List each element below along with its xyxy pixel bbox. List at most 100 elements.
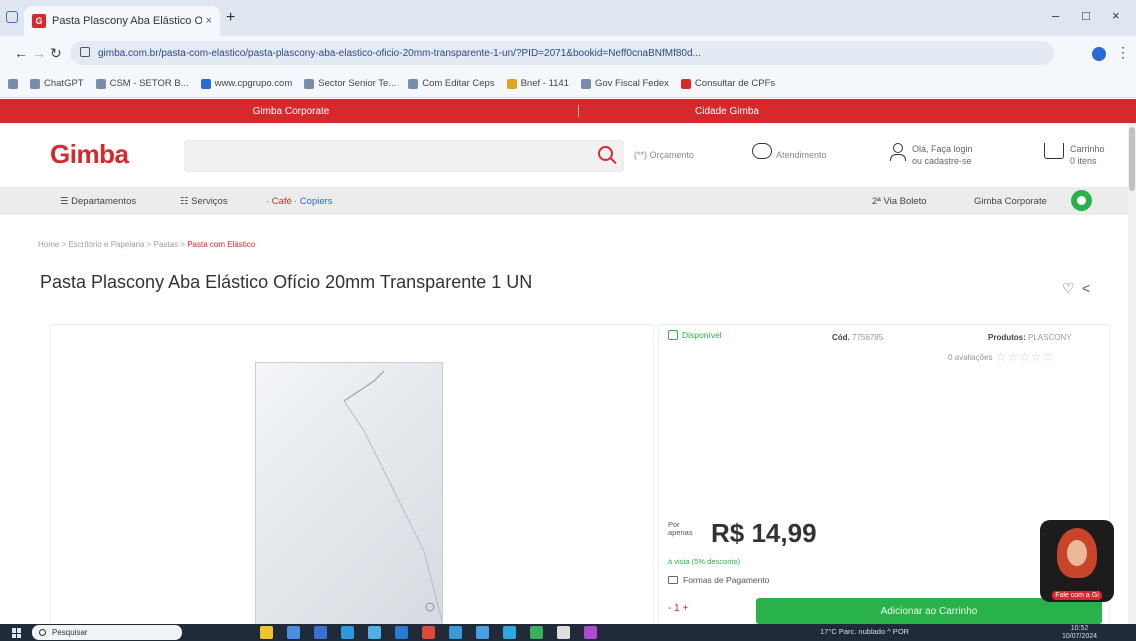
price-prefix: Por apenas xyxy=(668,520,693,537)
cart-icon[interactable] xyxy=(1044,143,1064,159)
bookmark-item[interactable]: Bnef - 1141 xyxy=(506,78,569,89)
rating[interactable]: 0 avaliações ☆☆☆☆☆ xyxy=(948,350,1054,364)
browser-tab-bar: G Pasta Plascony Aba Elástico O... × + –… xyxy=(0,0,1136,36)
reload-button[interactable]: ↻ xyxy=(50,45,62,62)
cash-discount-note: à vista (5% desconto) xyxy=(668,557,741,566)
assistant-label: Fale com a Gi xyxy=(1040,591,1114,600)
tab-title: Pasta Plascony Aba Elástico O... xyxy=(52,15,202,27)
servicos-menu[interactable]: ☷ Serviços xyxy=(180,196,228,207)
taskbar-app-icon[interactable] xyxy=(368,626,381,639)
bookmark-favicon-icon xyxy=(581,78,591,89)
forward-button[interactable]: → xyxy=(32,45,46,61)
browser-tab-active[interactable]: G Pasta Plascony Aba Elástico O... × xyxy=(24,6,220,36)
browser-toolbar: ← → ↻ gimba.com.br/pasta-com-elastico/pa… xyxy=(0,36,1136,70)
bookmark-item[interactable]: Gov Fiscal Fedex xyxy=(581,78,669,89)
bookmark-item[interactable]: www.cpgrupo.com xyxy=(200,78,292,89)
bookmark-favicon-icon xyxy=(506,78,517,89)
star-rating-icon: ☆☆☆☆☆ xyxy=(995,350,1055,364)
rating-count: 0 avaliações xyxy=(948,352,993,362)
bookmark-item[interactable]: ChatGPT xyxy=(30,78,84,89)
taskbar-app-icon[interactable] xyxy=(260,626,273,639)
share-icon[interactable]: < xyxy=(1082,280,1090,296)
apps-grid-icon[interactable] xyxy=(8,78,18,89)
minimize-button[interactable]: – xyxy=(1052,8,1059,23)
search-icon xyxy=(39,629,46,636)
search-icon[interactable] xyxy=(598,146,613,161)
page-scrollbar[interactable] xyxy=(1128,123,1136,624)
check-icon xyxy=(668,330,678,340)
nav-cafe[interactable]: · Café xyxy=(266,196,292,207)
browser-menu-icon[interactable]: ⋮ xyxy=(1116,44,1130,61)
payment-options-link[interactable]: Formas de Pagamento xyxy=(668,575,769,585)
taskbar-app-icon[interactable] xyxy=(449,626,462,639)
gimba-logo[interactable]: Gimba xyxy=(50,139,129,170)
profile-avatar[interactable] xyxy=(1092,47,1106,61)
breadcrumb-path[interactable]: Home > Escritório e Papelaria > Pastas > xyxy=(38,240,187,249)
gimba-corporate-nav-link[interactable]: Gimba Corporate xyxy=(974,196,1047,207)
bookmarks-bar: ChatGPT CSM - SETOR B... www.cpgrupo.com… xyxy=(0,70,1136,98)
divider xyxy=(578,105,579,117)
system-tray[interactable]: 17°C Parc. nublado ^ POR xyxy=(820,627,909,636)
bookmark-item[interactable]: CSM - SETOR B... xyxy=(95,78,189,89)
address-bar[interactable]: gimba.com.br/pasta-com-elastico/pasta-pl… xyxy=(70,41,1054,65)
maximize-button[interactable]: □ xyxy=(1082,8,1090,23)
login-link[interactable]: Olá, Faça login ou cadastre-se xyxy=(912,143,973,167)
cart-link[interactable]: Carrinho 0 itens xyxy=(1070,143,1105,167)
nav-copiers[interactable]: · Copiers xyxy=(294,196,333,207)
gimba-corporate-link[interactable]: Gimba Corporate xyxy=(236,106,346,117)
taskbar-search-input[interactable]: Pesquisar xyxy=(32,625,182,640)
gimba-favicon-icon: G xyxy=(32,14,46,28)
product-brand: Produtos: PLASCONY xyxy=(988,333,1072,342)
product-image[interactable] xyxy=(255,362,443,624)
back-button[interactable]: ← xyxy=(14,45,28,61)
product-price: R$ 14,99 xyxy=(711,518,817,548)
bookmark-favicon-icon xyxy=(408,78,419,89)
taskbar-app-icon[interactable] xyxy=(530,626,543,639)
new-tab-button[interactable]: + xyxy=(226,9,235,27)
atendimento-link[interactable]: Atendimento xyxy=(776,150,827,160)
site-info-icon[interactable] xyxy=(80,47,90,57)
taskbar-app-icon[interactable] xyxy=(422,626,435,639)
assistant-avatar xyxy=(1057,528,1097,578)
scrollbar-thumb[interactable] xyxy=(1129,127,1135,191)
quantity-stepper[interactable]: - 1 + xyxy=(668,603,688,614)
tab-close-icon[interactable]: × xyxy=(206,15,212,27)
orcamento-link[interactable]: (**) Orçamento xyxy=(634,150,694,160)
folder-elastic-band xyxy=(343,370,443,622)
taskbar-app-icon[interactable] xyxy=(476,626,489,639)
product-code: Cód. 7756785 xyxy=(832,333,884,342)
taskbar-app-icon[interactable] xyxy=(341,626,354,639)
tab-search-icon[interactable] xyxy=(6,11,18,23)
bookmark-favicon-icon xyxy=(30,78,40,89)
cidade-gimba-link[interactable]: Cidade Gimba xyxy=(672,106,782,117)
virtual-assistant-widget[interactable]: Fale com a Gi xyxy=(1040,520,1114,602)
chat-icon[interactable] xyxy=(752,143,772,159)
main-nav: ☰ Departamentos ☷ Serviços · Café · Copi… xyxy=(0,187,1136,215)
taskbar-apps xyxy=(260,626,597,639)
departamentos-menu[interactable]: ☰ Departamentos xyxy=(60,196,136,207)
credit-card-icon xyxy=(668,576,678,584)
availability-status: Disponível xyxy=(668,330,722,340)
close-window-button[interactable]: × xyxy=(1112,8,1120,23)
taskbar-app-icon[interactable] xyxy=(584,626,597,639)
windows-taskbar: Pesquisar 17°C Parc. nublado ^ POR 10:52… xyxy=(0,624,1136,641)
bookmark-favicon-icon xyxy=(680,78,691,89)
taskbar-app-icon[interactable] xyxy=(314,626,327,639)
taskbar-clock[interactable]: 10:52 10/07/2024 xyxy=(1062,625,1097,641)
bookmark-item[interactable]: Sector Senior Te... xyxy=(304,78,396,89)
taskbar-app-icon[interactable] xyxy=(503,626,516,639)
taskbar-app-icon[interactable] xyxy=(557,626,570,639)
breadcrumb-current[interactable]: Pasta com Elástico xyxy=(187,240,255,249)
search-input[interactable] xyxy=(184,140,624,172)
bookmark-favicon-icon xyxy=(200,78,211,89)
taskbar-app-icon[interactable] xyxy=(287,626,300,639)
url-text: gimba.com.br/pasta-com-elastico/pasta-pl… xyxy=(98,47,701,59)
bookmark-item[interactable]: Com Editar Ceps xyxy=(408,78,495,89)
whatsapp-icon[interactable] xyxy=(1071,190,1092,211)
segunda-via-boleto-link[interactable]: 2ª Via Boleto xyxy=(872,196,927,207)
favorite-heart-icon[interactable]: ♡ xyxy=(1062,280,1075,297)
product-title: Pasta Plascony Aba Elástico Ofício 20mm … xyxy=(40,272,533,292)
bookmark-item[interactable]: Consultar de CPFs xyxy=(680,78,775,89)
taskbar-app-icon[interactable] xyxy=(395,626,408,639)
windows-start-icon[interactable] xyxy=(12,628,22,638)
